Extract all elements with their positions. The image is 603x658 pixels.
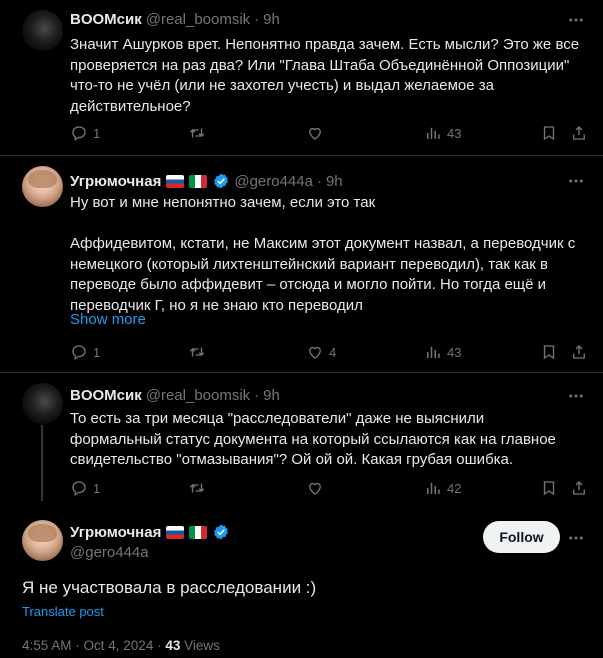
more-options-icon[interactable] <box>567 11 585 29</box>
post-text: Значит Ашурков врет. Непонятно правда за… <box>70 36 580 115</box>
views-button[interactable]: 43 <box>424 343 461 361</box>
reply-button[interactable]: 1 <box>70 479 100 497</box>
show-more-link[interactable]: Show more <box>70 311 146 328</box>
reply-tweet-1[interactable]: BOOMсик @real_boomsik · 9h Значит Ашурко… <box>0 0 603 155</box>
share-icon[interactable] <box>570 343 588 361</box>
views-icon <box>427 127 440 139</box>
bookmark-icon[interactable] <box>540 124 558 142</box>
bookmark-icon[interactable] <box>540 479 558 497</box>
share-icon[interactable] <box>570 479 588 497</box>
reply-icon <box>72 126 86 142</box>
post-text: То есть за три месяца "расследователи" д… <box>70 410 556 468</box>
russia-flag-icon <box>166 174 185 188</box>
thread-connector <box>41 425 43 501</box>
post-time[interactable]: 9h <box>263 387 280 404</box>
reply-tweet-3[interactable]: BOOMсик @real_boomsik · 9h То есть за тр… <box>0 373 603 508</box>
views-label: Views <box>180 638 220 653</box>
author-handle[interactable]: @gero444a <box>70 544 149 561</box>
more-options-icon[interactable] <box>567 172 585 190</box>
italy-flag-icon <box>189 174 208 188</box>
repost-button[interactable] <box>188 343 206 361</box>
author-handle[interactable]: @real_boomsik <box>146 387 250 404</box>
heart-icon <box>309 482 321 495</box>
author-name[interactable]: Угрюмочная <box>70 173 161 190</box>
russia-flag-icon <box>166 525 185 539</box>
reply-count: 1 <box>93 480 101 496</box>
bookmark-icon[interactable] <box>540 343 558 361</box>
post-timestamp[interactable]: 4:55 AM · Oct 4, 2024 · <box>22 638 165 653</box>
repost-button[interactable] <box>188 124 206 142</box>
more-options-icon[interactable] <box>567 529 585 547</box>
avatar[interactable] <box>22 383 63 424</box>
views-count: 42 <box>447 480 462 496</box>
reply-button[interactable]: 1 <box>70 124 100 142</box>
post-time[interactable]: 9h <box>326 173 343 190</box>
author-handle[interactable]: @real_boomsik <box>146 11 250 28</box>
views-icon <box>427 482 440 494</box>
author-handle[interactable]: @gero444a <box>234 173 313 190</box>
avatar[interactable] <box>22 520 63 561</box>
post-time[interactable]: 9h <box>263 11 280 28</box>
more-options-icon[interactable] <box>567 387 585 405</box>
like-button[interactable] <box>306 124 324 142</box>
post-meta: 4:55 AM · Oct 4, 2024 · 43 Views <box>22 638 220 653</box>
author-name[interactable]: BOOMсик <box>70 387 142 404</box>
author-name[interactable]: Угрюмочная <box>70 524 161 541</box>
reply-tweet-2[interactable]: Угрюмочная @gero444a · 9h Ну вот и мне н… <box>0 156 603 382</box>
repost-icon <box>189 128 205 138</box>
views-button[interactable]: 43 <box>424 124 461 142</box>
repost-button[interactable] <box>188 479 206 497</box>
reply-count: 1 <box>93 125 101 141</box>
views-count: 43 <box>447 125 462 141</box>
repost-icon <box>189 483 205 493</box>
follow-button[interactable]: Follow <box>483 521 560 553</box>
share-icon[interactable] <box>570 124 588 142</box>
heart-icon <box>309 346 321 359</box>
views-icon <box>427 346 440 358</box>
reply-icon <box>72 345 86 361</box>
italy-flag-icon <box>189 525 208 539</box>
reply-button[interactable]: 1 <box>70 343 100 361</box>
reply-icon <box>72 481 86 497</box>
like-count: 4 <box>329 344 337 360</box>
separator-dot: · <box>254 11 260 28</box>
avatar[interactable] <box>22 10 63 51</box>
author-name[interactable]: BOOMсик <box>70 11 142 28</box>
repost-icon <box>189 347 205 357</box>
action-bar: 1 4 43 <box>70 343 590 365</box>
verified-badge-icon[interactable] <box>212 523 230 541</box>
heart-icon <box>309 127 321 140</box>
verified-badge-icon[interactable] <box>212 172 230 190</box>
action-bar: 1 43 <box>70 124 590 146</box>
views-button[interactable]: 42 <box>424 479 461 497</box>
like-button[interactable] <box>306 479 324 497</box>
reply-count: 1 <box>93 344 101 360</box>
separator-dot: · <box>254 387 260 404</box>
translate-post-link[interactable]: Translate post <box>22 604 104 619</box>
views-count: 43 <box>165 638 181 653</box>
like-button[interactable]: 4 <box>306 343 336 361</box>
action-bar: 1 42 <box>70 479 590 501</box>
post-text: Ну вот и мне непонятно зачем, если это т… <box>70 194 576 314</box>
views-count: 43 <box>447 344 462 360</box>
main-post-text: Я не участвовала в расследовании :) <box>22 578 317 597</box>
avatar[interactable] <box>22 166 63 207</box>
separator-dot: · <box>316 172 322 190</box>
